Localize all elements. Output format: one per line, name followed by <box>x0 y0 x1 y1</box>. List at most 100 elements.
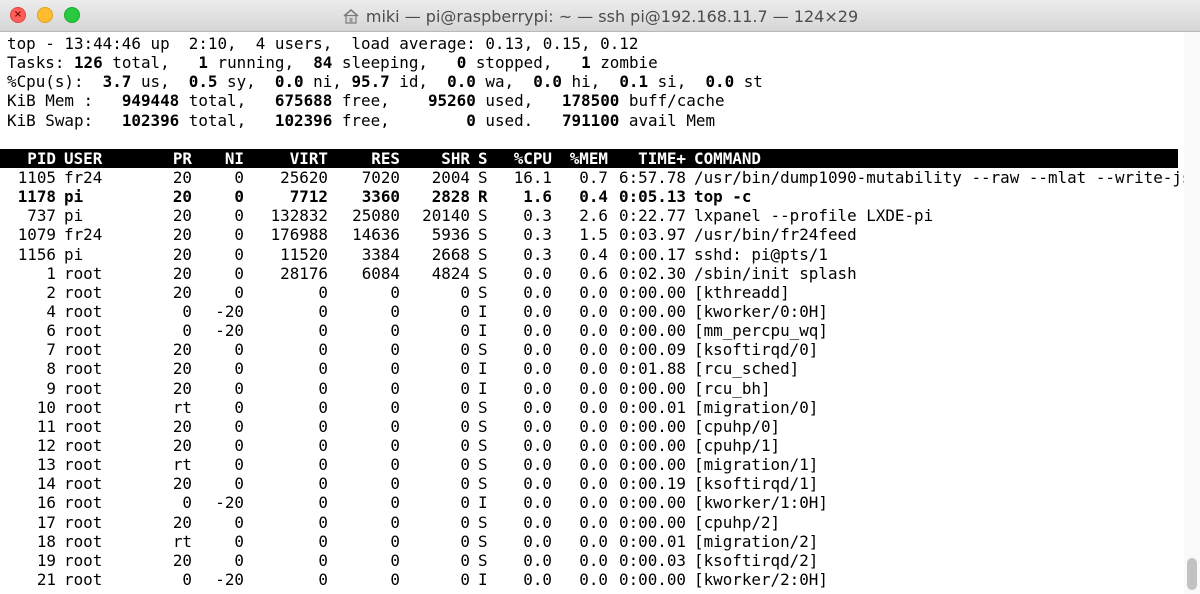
virt-cell: 7712 <box>289 187 328 207</box>
mem-cell: 0.0 <box>579 569 608 589</box>
pr-cell: 20 <box>172 206 192 226</box>
pr-cell: 0 <box>182 321 192 341</box>
pid-cell: 1105 <box>17 167 56 187</box>
state-cell: I <box>478 378 488 398</box>
state-cell: S <box>478 397 488 417</box>
virt-cell: 0 <box>318 282 328 302</box>
res-cell: 0 <box>390 282 400 302</box>
pid-cell: 12 <box>36 435 56 455</box>
time-cell: 0:00.17 <box>619 244 686 264</box>
title-bar[interactable]: × miki — pi@raspberrypi: ~ — ssh pi@192.… <box>0 0 1200 32</box>
process-row: 2 root 20 0 0 0 0 S 0.0 0.0 0:00.00 [kthreadd] <box>0 283 1184 302</box>
shr-cell: 0 <box>460 531 470 551</box>
pr-cell: rt <box>172 455 192 475</box>
time-cell: 0:00.00 <box>619 282 686 302</box>
time-cell: 0:01.88 <box>619 359 686 379</box>
header-virt: VIRT <box>289 148 328 168</box>
mem-cell: 0.0 <box>579 435 608 455</box>
pid-cell: 10 <box>36 397 56 417</box>
user-cell: root <box>64 378 103 398</box>
header-res: RES <box>371 148 400 168</box>
ni-cell: 0 <box>234 225 244 245</box>
process-row: 1079 fr24 20 0 176988 14636 5936 S 0.3 1.5 0:03.97… <box>0 225 1184 244</box>
state-cell: S <box>478 206 488 226</box>
pr-cell: 20 <box>172 550 192 570</box>
tasks-total: 126 <box>73 53 103 73</box>
pr-cell: 0 <box>182 493 192 513</box>
cpu-cell: 0.3 <box>523 244 552 264</box>
cpu-cell: 1.6 <box>523 187 552 207</box>
time-cell: 0:02.30 <box>619 263 686 283</box>
cpu-cell: 0.0 <box>523 512 552 532</box>
user-cell: fr24 <box>64 225 103 245</box>
shr-cell: 0 <box>460 378 470 398</box>
user-cell: root <box>64 397 103 417</box>
command-cell: [kthreadd] <box>694 282 790 302</box>
time-cell: 0:00.00 <box>619 493 686 513</box>
res-cell: 0 <box>390 493 400 513</box>
process-row: 1178 pi 20 0 7712 3360 2828 R 1.6 0.4 0:05.13 top -… <box>0 187 1184 206</box>
pid-cell: 1178 <box>17 187 56 207</box>
command-cell: [mm_percpu_wq] <box>694 321 828 341</box>
time-cell: 0:00.00 <box>619 512 686 532</box>
pid-cell: 7 <box>46 340 56 360</box>
ni-cell: 0 <box>234 244 244 264</box>
state-cell: S <box>478 550 488 570</box>
time-cell: 0:00.00 <box>619 569 686 589</box>
process-row: 17 root 20 0 0 0 0 S 0.0 0.0 0:00.00 [cpuhp/2] <box>0 513 1184 532</box>
mem-cell: 0.4 <box>579 244 608 264</box>
time-cell: 0:22.77 <box>619 206 686 226</box>
time-cell: 6:57.78 <box>619 167 686 187</box>
pid-cell: 18 <box>36 531 56 551</box>
command-cell: [kworker/0:0H] <box>694 301 828 321</box>
virt-cell: 28176 <box>280 263 328 283</box>
tasks-zombie: 1 <box>581 53 591 73</box>
pr-cell: 20 <box>172 416 192 436</box>
cpu-cell: 0.0 <box>523 569 552 589</box>
user-cell: root <box>64 493 103 513</box>
ni-cell: -20 <box>215 493 244 513</box>
command-cell: [migration/0] <box>694 397 819 417</box>
virt-cell: 132832 <box>270 206 328 226</box>
pid-cell: 6 <box>46 321 56 341</box>
process-row: 11 root 20 0 0 0 0 S 0.0 0.0 0:00.00 [cpuhp/0] <box>0 417 1184 436</box>
command-cell: [migration/2] <box>694 531 819 551</box>
header-cpu: %CPU <box>513 148 552 168</box>
cpu-cell: 0.0 <box>523 378 552 398</box>
time-cell: 0:00.19 <box>619 474 686 494</box>
command-cell: [cpuhp/0] <box>694 416 781 436</box>
state-cell: I <box>478 301 488 321</box>
shr-cell: 2668 <box>431 244 470 264</box>
res-cell: 6084 <box>361 263 400 283</box>
user-cell: root <box>64 282 103 302</box>
time-cell: 0:00.01 <box>619 531 686 551</box>
pid-cell: 11 <box>36 416 56 436</box>
process-row: 1 root 20 0 28176 6084 4824 S 0.0 0.6 0:02.30/sbin… <box>0 264 1184 283</box>
virt-cell: 0 <box>318 397 328 417</box>
terminal-output[interactable]: top - 13:44:46 up 2:10, 4 users, load av… <box>0 32 1184 594</box>
pid-cell: 1156 <box>17 244 56 264</box>
state-cell: R <box>478 187 488 207</box>
virt-cell: 0 <box>318 340 328 360</box>
command-cell: top -c <box>694 187 752 207</box>
state-cell: I <box>478 493 488 513</box>
res-cell: 0 <box>390 435 400 455</box>
vertical-scrollbar[interactable] <box>1184 32 1200 594</box>
command-cell: [cpuhp/1] <box>694 435 781 455</box>
window-title: miki — pi@raspberrypi: ~ — ssh pi@192.16… <box>365 6 859 26</box>
virt-cell: 0 <box>318 531 328 551</box>
command-cell: [cpuhp/2] <box>694 512 781 532</box>
mem-cell: 0.0 <box>579 493 608 513</box>
mem-cell: 0.0 <box>579 301 608 321</box>
res-cell: 14636 <box>352 225 400 245</box>
state-cell: S <box>478 455 488 475</box>
mem-cell: 2.6 <box>579 206 608 226</box>
ni-cell: 0 <box>234 550 244 570</box>
state-cell: S <box>478 340 488 360</box>
scrollbar-thumb[interactable] <box>1187 558 1197 590</box>
user-cell: root <box>64 569 103 589</box>
shr-cell: 0 <box>460 435 470 455</box>
user-cell: root <box>64 359 103 379</box>
virt-cell: 0 <box>318 378 328 398</box>
state-cell: S <box>478 435 488 455</box>
